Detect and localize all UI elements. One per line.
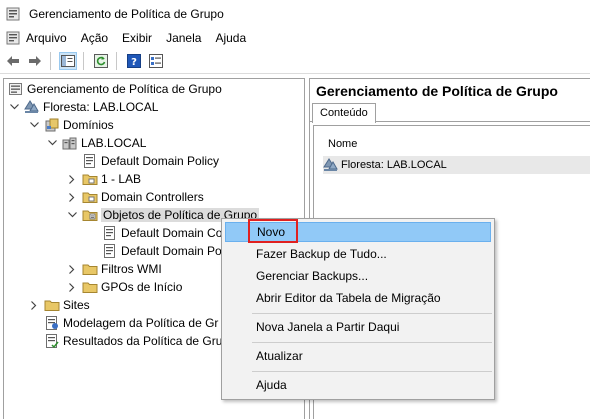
tree-item-gpo-default-domain-policy[interactable]: Default Domain Po xyxy=(102,242,222,260)
menu-arquivo[interactable]: Arquivo xyxy=(20,31,74,45)
tree-item-domains[interactable]: Domínios xyxy=(28,116,114,134)
tree-item-gp-modeling[interactable]: Modelagem da Política de Gr xyxy=(44,314,218,332)
tree-item-forest[interactable]: Floresta: LAB.LOCAL xyxy=(8,98,158,116)
column-header-nome[interactable]: Nome xyxy=(328,138,357,150)
tree-label: Default Domain Policy xyxy=(101,154,220,168)
refresh-button[interactable] xyxy=(92,52,110,70)
refresh-icon xyxy=(94,53,108,68)
console-icon[interactable] xyxy=(6,31,20,45)
properties-icon xyxy=(149,53,163,68)
window-title: Gerenciamento de Política de Grupo xyxy=(29,7,224,21)
menu-exibir[interactable]: Exibir xyxy=(115,31,159,45)
tree-item-default-domain-policy[interactable]: Default Domain Policy xyxy=(82,152,219,170)
tree-item-ou-1-lab[interactable]: 1 - LAB xyxy=(66,170,141,188)
tree-label: Filtros WMI xyxy=(101,262,162,276)
menu-item-migration-table-editor[interactable]: Abrir Editor da Tabela de Migração xyxy=(225,288,491,308)
list-item-label: Floresta: LAB.LOCAL xyxy=(341,159,447,171)
menu-separator xyxy=(252,313,492,314)
tree-label: Modelagem da Política de Gr xyxy=(63,316,219,330)
menu-item-new-window[interactable]: Nova Janela a Partir Daqui xyxy=(225,317,491,337)
chevron-right-icon[interactable] xyxy=(28,296,40,314)
menu-item-backup-all[interactable]: Fazer Backup de Tudo... xyxy=(225,244,491,264)
gpo-link-icon xyxy=(82,153,98,169)
menu-bar: Arquivo Ação Exibir Janela Ajuda xyxy=(0,28,590,48)
context-menu: Novo Fazer Backup de Tudo... Gerenciar B… xyxy=(221,218,495,400)
menu-separator xyxy=(252,342,492,343)
highlight-annotation-box xyxy=(248,219,298,243)
forward-arrow-icon xyxy=(29,55,41,66)
menu-acao[interactable]: Ação xyxy=(74,31,115,45)
domain-icon xyxy=(62,135,78,151)
gpmc-app-icon xyxy=(6,7,20,21)
folder-icon xyxy=(82,279,98,295)
chevron-right-icon[interactable] xyxy=(66,170,78,188)
tree-item-wmi-filters[interactable]: Filtros WMI xyxy=(66,260,162,278)
toolbar: ? xyxy=(0,48,590,74)
folder-icon xyxy=(82,261,98,277)
tree-label: 1 - LAB xyxy=(101,172,142,186)
gpo-icon xyxy=(102,243,118,259)
tree-label: Domain Controllers xyxy=(101,190,204,204)
properties-button[interactable] xyxy=(147,52,165,70)
sites-folder-icon xyxy=(44,297,60,313)
tree-label: Domínios xyxy=(63,118,114,132)
menu-janela[interactable]: Janela xyxy=(159,31,208,45)
forest-icon xyxy=(323,157,339,173)
tree-label: Default Domain Co xyxy=(121,226,223,240)
tree-label: Sites xyxy=(63,298,90,312)
tree-item-starter-gpos[interactable]: GPOs de Início xyxy=(66,278,182,296)
tab-bar: Conteúdo xyxy=(310,103,590,123)
back-button[interactable] xyxy=(4,52,22,70)
toolbar-separator xyxy=(83,51,84,70)
results-icon xyxy=(44,333,60,349)
svg-text:?: ? xyxy=(131,57,137,68)
menu-separator xyxy=(252,371,492,372)
toolbar-separator xyxy=(116,51,117,70)
chevron-down-icon[interactable] xyxy=(8,98,20,116)
title-bar: Gerenciamento de Política de Grupo xyxy=(0,0,590,28)
gpmc-icon xyxy=(8,81,24,97)
help-icon: ? xyxy=(127,53,141,68)
gpo-folder-icon xyxy=(82,207,98,223)
toolbar-separator xyxy=(50,51,51,70)
menu-item-help[interactable]: Ajuda xyxy=(225,375,491,395)
forest-icon xyxy=(24,99,40,115)
tree-item-gpo-default-domain-controllers[interactable]: Default Domain Co xyxy=(102,224,222,242)
forward-button[interactable] xyxy=(26,52,44,70)
chevron-down-icon[interactable] xyxy=(46,134,58,152)
list-item[interactable]: Floresta: LAB.LOCAL xyxy=(323,156,590,174)
gpo-icon xyxy=(102,225,118,241)
menu-item-refresh[interactable]: Atualizar xyxy=(225,346,491,366)
tab-conteudo[interactable]: Conteúdo xyxy=(312,103,376,123)
menu-ajuda[interactable]: Ajuda xyxy=(208,31,253,45)
tree-item-gpmc-root[interactable]: Gerenciamento de Política de Grupo xyxy=(8,80,222,98)
domains-icon xyxy=(44,117,60,133)
ou-folder-icon xyxy=(82,171,98,187)
tree-label: GPOs de Início xyxy=(101,280,183,294)
tree-label: LAB.LOCAL xyxy=(81,136,147,150)
modeling-icon xyxy=(44,315,60,331)
show-hide-tree-button[interactable] xyxy=(59,51,77,70)
tree-item-lab-local[interactable]: LAB.LOCAL xyxy=(46,134,146,152)
tree-label: Resultados da Política de Gru xyxy=(63,334,223,348)
back-arrow-icon xyxy=(7,55,19,66)
chevron-right-icon[interactable] xyxy=(66,278,78,296)
chevron-down-icon[interactable] xyxy=(66,206,78,224)
chevron-down-icon[interactable] xyxy=(28,116,40,134)
tree-label: Gerenciamento de Política de Grupo xyxy=(27,82,222,96)
menu-item-manage-backups[interactable]: Gerenciar Backups... xyxy=(225,266,491,286)
show-hide-tree-icon xyxy=(61,54,75,67)
pane-title: Gerenciamento de Política de Grupo xyxy=(316,83,558,99)
tree-item-domain-controllers[interactable]: Domain Controllers xyxy=(66,188,204,206)
chevron-right-icon[interactable] xyxy=(66,260,78,278)
tree-label: Floresta: LAB.LOCAL xyxy=(43,100,159,114)
help-button[interactable]: ? xyxy=(125,52,143,70)
ou-folder-icon xyxy=(82,189,98,205)
tree-item-gp-results[interactable]: Resultados da Política de Gru xyxy=(44,332,222,350)
tree-label: Default Domain Po xyxy=(121,244,222,258)
tree-item-sites[interactable]: Sites xyxy=(28,296,90,314)
chevron-right-icon[interactable] xyxy=(66,188,78,206)
